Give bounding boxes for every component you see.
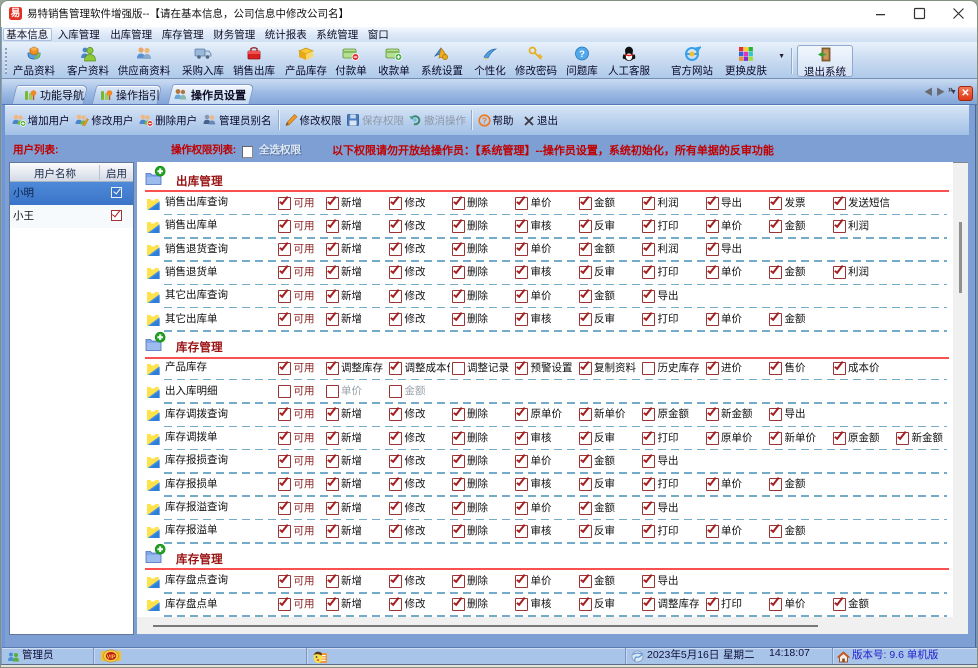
svg-text:?: ?	[481, 116, 486, 126]
svg-text:?: ?	[579, 49, 585, 60]
